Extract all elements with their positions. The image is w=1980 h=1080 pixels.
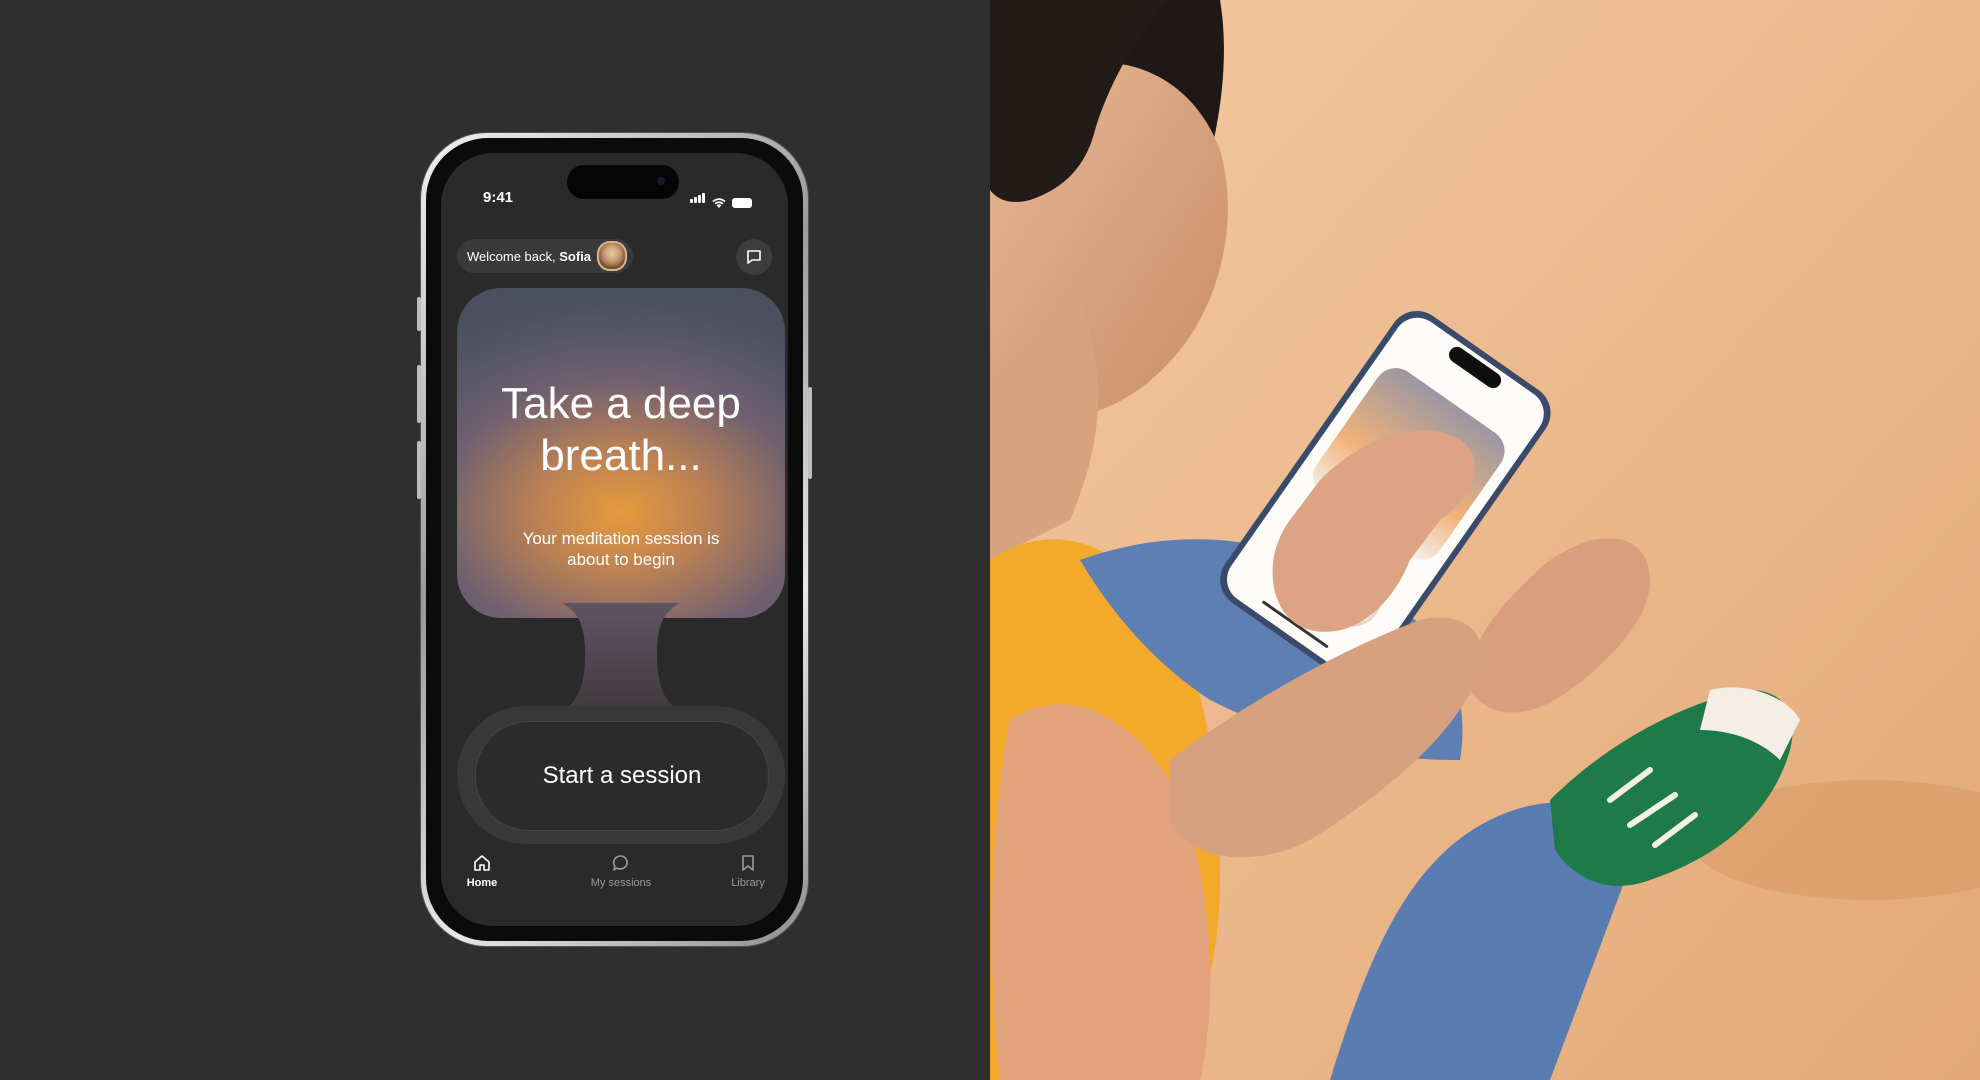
phone-action-button [417, 297, 421, 331]
wifi-icon [712, 198, 726, 208]
tab-library[interactable]: Library [693, 853, 788, 889]
signal-icon [690, 190, 706, 208]
chat-bubble-icon [612, 855, 628, 871]
user-name: Sofia [559, 248, 592, 264]
hero-subtitle-line1: Your meditation session is [522, 529, 720, 548]
dynamic-island [567, 165, 679, 199]
tab-home[interactable]: Home [441, 853, 537, 889]
hero-title-line2: breath... [540, 431, 702, 480]
start-session-button[interactable]: Start a session [475, 721, 769, 831]
lifestyle-photo [990, 0, 1980, 1080]
battery-icon [732, 198, 752, 208]
tab-bar: Home My sessions Library [441, 853, 788, 913]
tab-my-sessions[interactable]: My sessions [566, 853, 676, 889]
tab-my-sessions-label: My sessions [590, 877, 652, 889]
message-square-icon [747, 250, 761, 264]
tab-library-label: Library [731, 877, 765, 889]
phone-bezel: 9:41 Welcome back, Sofia Take a deep bre… [426, 138, 803, 941]
hero-title-line1: Take a deep [501, 379, 741, 428]
welcome-pill[interactable]: Welcome back, Sofia [457, 239, 634, 273]
messages-button[interactable] [736, 239, 772, 275]
welcome-text: Welcome back, Sofia [467, 249, 591, 264]
phone-volume-down-button [417, 441, 421, 499]
phone-power-button [808, 387, 812, 479]
tab-home-label: Home [466, 877, 498, 889]
hero-title: Take a deep breath... [457, 378, 785, 482]
avatar[interactable] [597, 241, 628, 271]
phone-mockup: 9:41 Welcome back, Sofia Take a deep bre… [417, 133, 812, 946]
hero-subtitle-line2: about to begin [567, 550, 675, 569]
camera-icon [657, 177, 665, 185]
hero-subtitle: Your meditation session is about to begi… [457, 528, 785, 570]
welcome-prefix: Welcome back, [467, 248, 560, 264]
home-icon [474, 855, 490, 871]
status-time: 9:41 [483, 189, 514, 206]
person-holding-phone-illustration [990, 0, 1980, 1080]
status-icons [690, 190, 752, 208]
phone-volume-up-button [417, 365, 421, 423]
phone-screen: 9:41 Welcome back, Sofia Take a deep bre… [441, 153, 788, 926]
hero-card: Take a deep breath... Your meditation se… [457, 288, 785, 618]
bookmark-icon [742, 855, 754, 871]
dark-showcase-panel: 9:41 Welcome back, Sofia Take a deep bre… [0, 0, 990, 1080]
